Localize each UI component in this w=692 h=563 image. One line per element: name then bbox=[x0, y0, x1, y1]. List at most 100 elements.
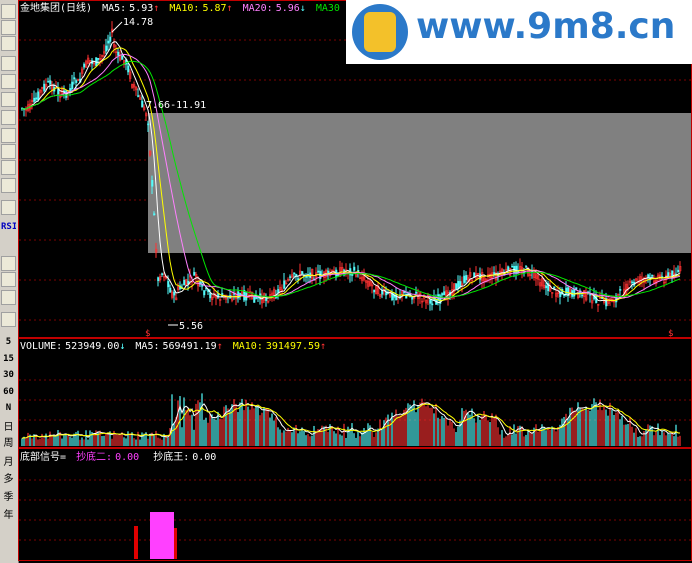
sidebar-label-9[interactable]: 多 bbox=[1, 472, 16, 487]
candle-body bbox=[75, 80, 78, 83]
toolbar-icon-8[interactable] bbox=[1, 128, 16, 143]
chart-area: 金地集团(日线) MA5: 5.93↑ MA10: 5.87↑ MA20: 5.96↓… bbox=[18, 0, 692, 561]
candle-body bbox=[37, 91, 40, 101]
toolbar-icon-extra-2[interactable] bbox=[1, 272, 16, 287]
vol-ma5-label: MA5: bbox=[135, 341, 159, 352]
toolbar-icon-3[interactable] bbox=[1, 36, 16, 51]
candle-body bbox=[327, 270, 330, 274]
candle-body bbox=[429, 299, 432, 304]
stock-name: 金地集团 bbox=[20, 1, 60, 14]
candle-body bbox=[573, 288, 576, 297]
candle-body bbox=[381, 290, 384, 295]
candle-body bbox=[581, 294, 584, 297]
candle-body bbox=[293, 272, 296, 275]
range-annotation: 7.66-11.91 bbox=[146, 100, 206, 111]
sidebar-label-5: N bbox=[5, 403, 12, 413]
period-label: (日线) bbox=[60, 1, 92, 14]
ma5-label: MA5: bbox=[102, 3, 126, 14]
candle-body bbox=[117, 51, 120, 56]
toolbar-icon-extra-1[interactable] bbox=[1, 256, 16, 271]
toolbar-icon-6[interactable] bbox=[1, 92, 16, 107]
vol-ma10-dir: ↑ bbox=[320, 341, 326, 352]
candle-body bbox=[545, 285, 548, 289]
candle-body bbox=[651, 275, 654, 277]
volume-ma-lines bbox=[21, 402, 681, 439]
ma20-dir: ↓ bbox=[300, 3, 306, 14]
candle-body bbox=[147, 123, 150, 126]
s2-value: 0.00 bbox=[115, 452, 139, 463]
candle-body bbox=[297, 278, 300, 281]
candle-body bbox=[619, 289, 622, 291]
sidebar-label-11[interactable]: 年 bbox=[1, 508, 16, 523]
candle-body bbox=[83, 63, 86, 68]
candle-body bbox=[631, 281, 634, 284]
candle-body bbox=[353, 266, 356, 271]
candle-body bbox=[203, 290, 206, 296]
candle-body bbox=[507, 266, 510, 271]
toolbar-icon-9[interactable] bbox=[1, 144, 16, 159]
watermark-text: www.9m8.cn bbox=[416, 6, 676, 47]
vol-ma10-value: 391497.59 bbox=[266, 341, 320, 352]
high-pointer bbox=[111, 21, 123, 33]
ma5-dir: ↑ bbox=[153, 3, 159, 14]
sidebar-label-7[interactable]: 周 bbox=[1, 436, 16, 451]
candle-body bbox=[71, 81, 74, 90]
candle-body bbox=[559, 292, 562, 297]
sidebar-label-4: 60 bbox=[3, 387, 14, 397]
s2-label: 抄底二: bbox=[76, 450, 112, 463]
marker-s-right: $ bbox=[668, 329, 673, 339]
candle-body bbox=[47, 80, 50, 83]
candle-body bbox=[173, 291, 176, 296]
candle-body bbox=[441, 293, 444, 296]
candle-body bbox=[49, 80, 52, 85]
price-range-box bbox=[148, 113, 691, 253]
candle-body bbox=[33, 97, 36, 102]
toolbar-icon-7[interactable] bbox=[1, 110, 16, 125]
toolbar-icon-10[interactable] bbox=[1, 160, 16, 175]
volume-value: 523949.00 bbox=[65, 341, 119, 352]
candle-body bbox=[265, 297, 268, 301]
signal-bar-red-left bbox=[134, 526, 138, 559]
candle-body bbox=[463, 275, 466, 283]
sidebar-label-3: 30 bbox=[3, 370, 14, 380]
candle-body bbox=[127, 65, 130, 73]
candle-body bbox=[455, 283, 458, 290]
toolbar-icon-11[interactable] bbox=[1, 178, 16, 193]
candle-body bbox=[667, 272, 670, 277]
candle-body bbox=[457, 281, 460, 288]
toolbar-icon-2[interactable] bbox=[1, 20, 16, 35]
sidebar-label-8[interactable]: 月 bbox=[1, 455, 16, 470]
candle-body bbox=[677, 269, 680, 273]
candle-body bbox=[161, 273, 164, 275]
ma20-value: 5.96 bbox=[276, 3, 300, 14]
candle-body bbox=[525, 266, 528, 268]
candle-body bbox=[73, 77, 76, 80]
price-header: 金地集团(日线) MA5: 5.93↑ MA10: 5.87↑ MA20: 5.96↓… bbox=[20, 1, 340, 14]
watermark: www.9m8.cn bbox=[346, 0, 692, 64]
volume-dir: ↓ bbox=[119, 341, 125, 352]
ma10-label: MA10: bbox=[169, 3, 199, 14]
candle-body bbox=[137, 95, 140, 97]
candle-body bbox=[301, 271, 304, 275]
candle-body bbox=[459, 281, 462, 288]
ma20-label: MA20: bbox=[243, 3, 273, 14]
vol-ma10-label: MA10: bbox=[233, 341, 263, 352]
ma5-value: 5.93 bbox=[129, 3, 153, 14]
toolbar-icon-4[interactable] bbox=[1, 56, 16, 71]
toolbar-icon-extra-3[interactable] bbox=[1, 290, 16, 305]
king-label: 抄底王: bbox=[153, 450, 189, 463]
toolbar-icon-12[interactable] bbox=[1, 200, 16, 215]
signal-label: 底部信号= bbox=[20, 450, 66, 463]
toolbar-icon-extra-4[interactable] bbox=[1, 312, 16, 327]
indicator-panel-border bbox=[18, 448, 692, 561]
signal-bars bbox=[134, 512, 177, 559]
candle-body bbox=[553, 286, 556, 289]
toolbar-icon-1[interactable] bbox=[1, 4, 16, 19]
sidebar-label-6[interactable]: 日 bbox=[1, 420, 16, 435]
sidebar-label-10[interactable]: 季 bbox=[1, 490, 16, 505]
candle-body bbox=[193, 272, 196, 276]
indicator-header: 底部信号= 抄底二: 0.00 抄底王: 0.00 bbox=[20, 450, 216, 463]
volume-label: VOLUME: bbox=[20, 341, 62, 352]
toolbar-icon-5[interactable] bbox=[1, 74, 16, 89]
sidebar-label-0: RSI bbox=[1, 222, 16, 232]
